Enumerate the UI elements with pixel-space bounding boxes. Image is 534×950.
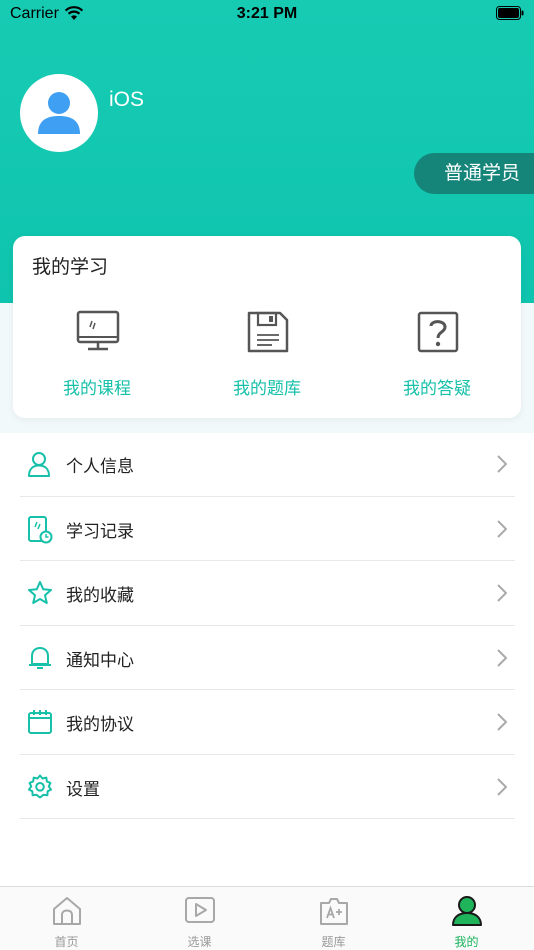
tab-question-bank[interactable]: 题库	[267, 887, 400, 950]
user-avatar-icon	[38, 92, 80, 134]
calendar-icon	[27, 709, 53, 739]
menu-item-personal-info[interactable]: 个人信息	[20, 432, 515, 497]
study-item-label: 我的课程	[63, 379, 131, 399]
tablet-clock-icon	[27, 515, 53, 548]
chevron-right-icon	[497, 777, 508, 800]
tab-label: 我的	[454, 935, 479, 949]
menu-item-label: 通知中心	[66, 650, 134, 671]
status-time: 3:21 PM	[236, 5, 298, 22]
menu-item-label: 我的收藏	[66, 586, 134, 606]
menu-item-favorites[interactable]: 我的收藏	[20, 561, 515, 626]
study-title: 我的学习	[32, 256, 109, 278]
avatar[interactable]	[20, 74, 98, 152]
home-icon	[51, 895, 83, 931]
status-bar: Carrier 3:21 PM	[0, 0, 534, 30]
bell-icon	[27, 645, 53, 675]
person-icon	[27, 451, 51, 481]
menu-item-study-record[interactable]: 学习记录	[20, 497, 515, 561]
menu-item-notifications[interactable]: 通知中心	[20, 626, 515, 690]
chevron-right-icon	[497, 648, 508, 671]
floppy-disk-icon	[246, 310, 290, 358]
tab-label: 首页	[54, 935, 79, 949]
study-item-label: 我的题库	[233, 379, 301, 399]
menu-item-agreement[interactable]: 我的协议	[20, 690, 515, 755]
tab-courses[interactable]: 选课	[133, 887, 266, 950]
study-item-answers[interactable]: 我的答疑	[353, 308, 521, 404]
chevron-right-icon	[497, 455, 508, 477]
menu-item-label: 我的协议	[66, 715, 134, 735]
user-icon	[451, 895, 483, 931]
tab-bar: 首页 选课 题库 我的	[0, 886, 534, 950]
menu-item-label: 设置	[66, 779, 100, 800]
tab-mine[interactable]: 我的	[400, 887, 533, 950]
menu-item-label: 学习记录	[66, 521, 134, 542]
grade-icon	[318, 895, 350, 931]
study-item-courses[interactable]: 我的课程	[13, 308, 181, 404]
menu-item-label: 个人信息	[66, 457, 134, 477]
study-item-question-bank[interactable]: 我的题库	[183, 308, 351, 404]
question-icon	[416, 310, 460, 358]
username: iOS	[109, 88, 145, 111]
chevron-right-icon	[497, 713, 508, 735]
gear-icon	[27, 774, 53, 804]
menu-item-settings[interactable]: 设置	[20, 755, 515, 819]
battery-icon	[496, 6, 524, 25]
play-icon	[184, 895, 216, 931]
chevron-right-icon	[497, 584, 508, 606]
settings-menu: 个人信息 学习记录 我的收藏 通知中心 我的协议 设置	[20, 432, 515, 819]
chevron-right-icon	[497, 519, 508, 542]
study-item-label: 我的答疑	[403, 379, 471, 399]
my-study-card: 我的学习 我的课程 我的题库 我的答疑	[13, 236, 521, 418]
tab-label: 选课	[187, 935, 212, 949]
tab-home[interactable]: 首页	[0, 887, 133, 950]
role-badge: 普通学员	[414, 153, 534, 194]
monitor-icon	[76, 310, 120, 356]
tab-label: 题库	[321, 935, 346, 949]
star-icon	[27, 580, 53, 610]
